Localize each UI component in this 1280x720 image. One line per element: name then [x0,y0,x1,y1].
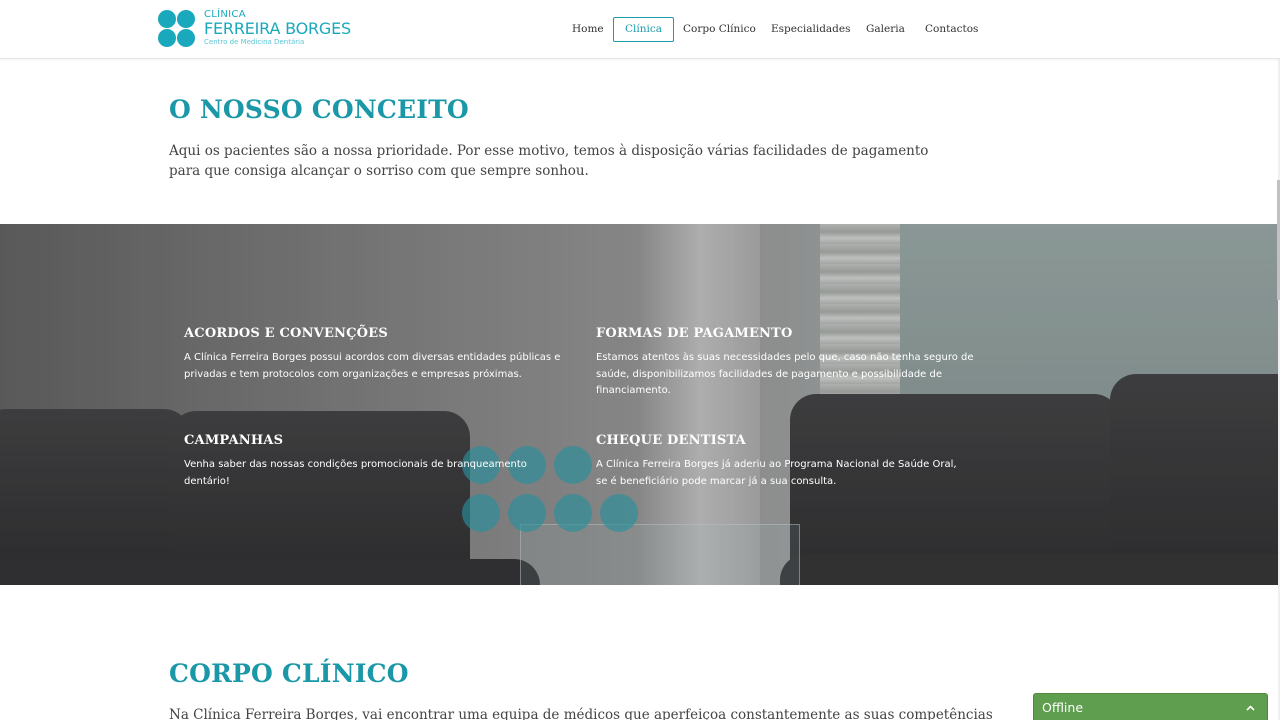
nav-clinica[interactable]: Clínica [613,17,675,42]
nav-corpo-clinico[interactable]: Corpo Clínico [683,17,756,42]
logo-text: CLÍNICA FERREIRA BORGES Centro de Medici… [204,10,351,46]
chat-widget[interactable]: Offline [1033,693,1268,720]
feature-title: ACORDOS E CONVENÇÕES [184,326,388,341]
feature-text: Venha saber das nossas condições promoci… [184,459,527,487]
site-logo[interactable]: CLÍNICA FERREIRA BORGES Centro de Medici… [158,10,351,48]
concept-text: Aqui os pacientes são a nossa prioridade… [169,143,929,179]
feature-title: CHEQUE DENTISTA [596,433,746,448]
features-band: ACORDOS E CONVENÇÕES A Clínica Ferreira … [0,224,1278,585]
logo-mark-icon [158,10,196,48]
nav-galeria[interactable]: Galeria [866,17,905,42]
feature-cheque-dentista: CHEQUE DENTISTA A Clínica Ferreira Borge… [596,433,966,490]
logo-tagline-text: Centro de Medicina Dentária [204,38,305,46]
corpo-clinico-title: CORPO CLÍNICO [169,659,409,688]
feature-title: FORMAS DE PAGAMENTO [596,326,793,341]
feature-campanhas: CAMPANHAS Venha saber das nossas condiçõ… [184,433,574,490]
feature-acordos: ACORDOS E CONVENÇÕES A Clínica Ferreira … [184,326,564,383]
feature-text: Estamos atentos às suas necessidades pel… [596,352,974,396]
site-header: CLÍNICA FERREIRA BORGES Centro de Medici… [0,0,1280,59]
nav-contactos[interactable]: Contactos [925,17,978,42]
feature-text: A Clínica Ferreira Borges já aderiu ao P… [596,459,957,487]
chevron-up-icon[interactable] [1246,694,1255,720]
feature-text: A Clínica Ferreira Borges possui acordos… [184,352,561,380]
feature-title: CAMPANHAS [184,433,284,448]
chat-status-label: Offline [1042,700,1084,715]
concept-title: O NOSSO CONCEITO [169,95,469,124]
feature-pagamento: FORMAS DE PAGAMENTO Estamos atentos às s… [596,326,976,400]
nav-especialidades[interactable]: Especialidades [771,17,851,42]
logo-name-text: FERREIRA BORGES [204,19,351,38]
corpo-clinico-text: Na Clínica Ferreira Borges, vai encontra… [169,707,993,720]
band-overlay [0,224,1278,585]
nav-home[interactable]: Home [572,17,604,42]
